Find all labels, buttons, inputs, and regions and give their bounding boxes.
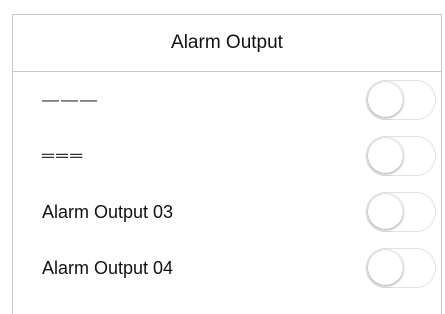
- list-item: Alarm Output 03: [13, 184, 441, 240]
- list-item: ═══: [13, 128, 441, 184]
- alarm-output-toggle[interactable]: [366, 248, 436, 288]
- alarm-output-label: Alarm Output 04: [42, 257, 174, 278]
- toggle-knob: [368, 194, 403, 229]
- toggle-knob: [368, 82, 403, 117]
- page-title: Alarm Output: [13, 15, 441, 72]
- alarm-output-toggle[interactable]: [366, 80, 436, 120]
- alarm-output-label: ———: [42, 90, 99, 109]
- alarm-output-label: ═══: [42, 146, 85, 165]
- alarm-output-toggle[interactable]: [366, 136, 436, 176]
- list-item: Alarm Output 04: [13, 240, 441, 296]
- alarm-output-toggle[interactable]: [366, 192, 436, 232]
- alarm-output-panel: Alarm Output ——— ═══ Alarm Output 03 Ala…: [12, 14, 442, 314]
- toggle-knob: [368, 138, 403, 173]
- list-item: ———: [13, 72, 441, 128]
- alarm-output-label: Alarm Output 03: [42, 201, 174, 222]
- toggle-knob: [368, 250, 403, 285]
